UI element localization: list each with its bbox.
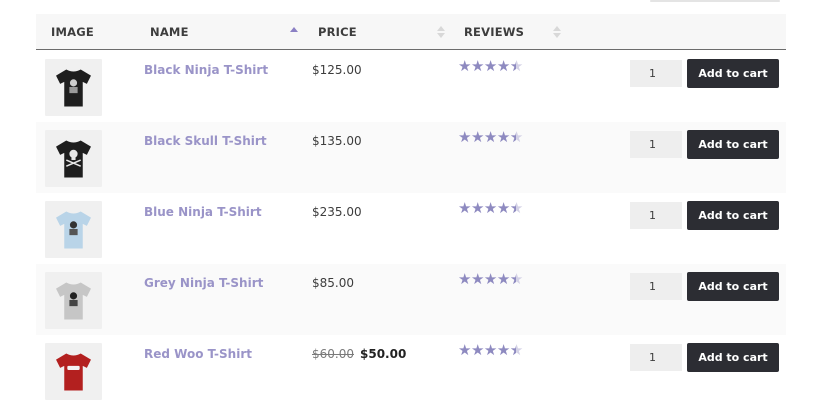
sort-toggle-icon[interactable] (436, 14, 446, 50)
column-header-reviews[interactable]: REVIEWS (464, 14, 524, 50)
table-row: Black Ninja T-Shirt $125.00 ★★★★★★ Add to c… (36, 51, 786, 122)
top-divider (650, 0, 780, 2)
product-name-link[interactable]: Grey Ninja T-Shirt (144, 276, 263, 290)
add-to-cart-button[interactable]: Add to cart (687, 343, 779, 372)
star-rating-icon: ★★★★★★ (458, 270, 523, 288)
table-row: Blue Ninja T-Shirt $235.00 ★★★★★★ Add to ca… (36, 193, 786, 264)
black-skull-tshirt-icon[interactable] (45, 130, 102, 187)
product-price: $85.00 (312, 276, 354, 290)
quantity-input[interactable] (630, 60, 682, 87)
quantity-input[interactable] (630, 131, 682, 158)
product-price: $60.00 $50.00 (312, 347, 406, 361)
product-name-link[interactable]: Red Woo T-Shirt (144, 347, 252, 361)
price-value: $125.00 (312, 63, 362, 77)
red-woo-tshirt-icon[interactable] (45, 343, 102, 400)
star-rating-icon: ★★★★★★ (458, 128, 523, 146)
product-name-link[interactable]: Black Ninja T-Shirt (144, 63, 268, 77)
sort-toggle-icon[interactable] (552, 14, 562, 50)
sale-price: $50.00 (360, 347, 407, 361)
product-price: $125.00 (312, 63, 362, 77)
original-price: $60.00 (312, 347, 354, 361)
product-price: $235.00 (312, 205, 362, 219)
star-rating-icon: ★★★★★★ (458, 341, 523, 359)
price-value: $85.00 (312, 276, 354, 290)
product-name-link[interactable]: Black Skull T-Shirt (144, 134, 267, 148)
price-value: $135.00 (312, 134, 362, 148)
blue-ninja-tshirt-icon[interactable] (45, 201, 102, 258)
add-to-cart-button[interactable]: Add to cart (687, 201, 779, 230)
product-name-link[interactable]: Blue Ninja T-Shirt (144, 205, 262, 219)
black-ninja-tshirt-icon[interactable] (45, 59, 102, 116)
add-to-cart-button[interactable]: Add to cart (687, 272, 779, 301)
add-to-cart-button[interactable]: Add to cart (687, 59, 779, 88)
table-row: Grey Ninja T-Shirt $85.00 ★★★★★★ Add to car… (36, 264, 786, 335)
grey-ninja-tshirt-icon[interactable] (45, 272, 102, 329)
product-table: IMAGE NAME PRICE REVIEWS Black Ninja T-S… (36, 14, 786, 406)
column-header-image: IMAGE (51, 25, 94, 39)
quantity-input[interactable] (630, 273, 682, 300)
product-price: $135.00 (312, 134, 362, 148)
table-row: Black Skull T-Shirt $135.00 ★★★★★★ Add to c… (36, 122, 786, 193)
sort-ascending-icon[interactable] (289, 14, 299, 50)
star-rating-icon: ★★★★★★ (458, 57, 523, 75)
quantity-input[interactable] (630, 344, 682, 371)
add-to-cart-button[interactable]: Add to cart (687, 130, 779, 159)
star-rating-icon: ★★★★★★ (458, 199, 523, 217)
table-header: IMAGE NAME PRICE REVIEWS (36, 14, 786, 50)
table-row: Red Woo T-Shirt $60.00 $50.00 ★★★★★★ Add to … (36, 335, 786, 406)
quantity-input[interactable] (630, 202, 682, 229)
column-header-name[interactable]: NAME (150, 14, 189, 50)
price-value: $235.00 (312, 205, 362, 219)
column-header-price[interactable]: PRICE (318, 14, 357, 50)
